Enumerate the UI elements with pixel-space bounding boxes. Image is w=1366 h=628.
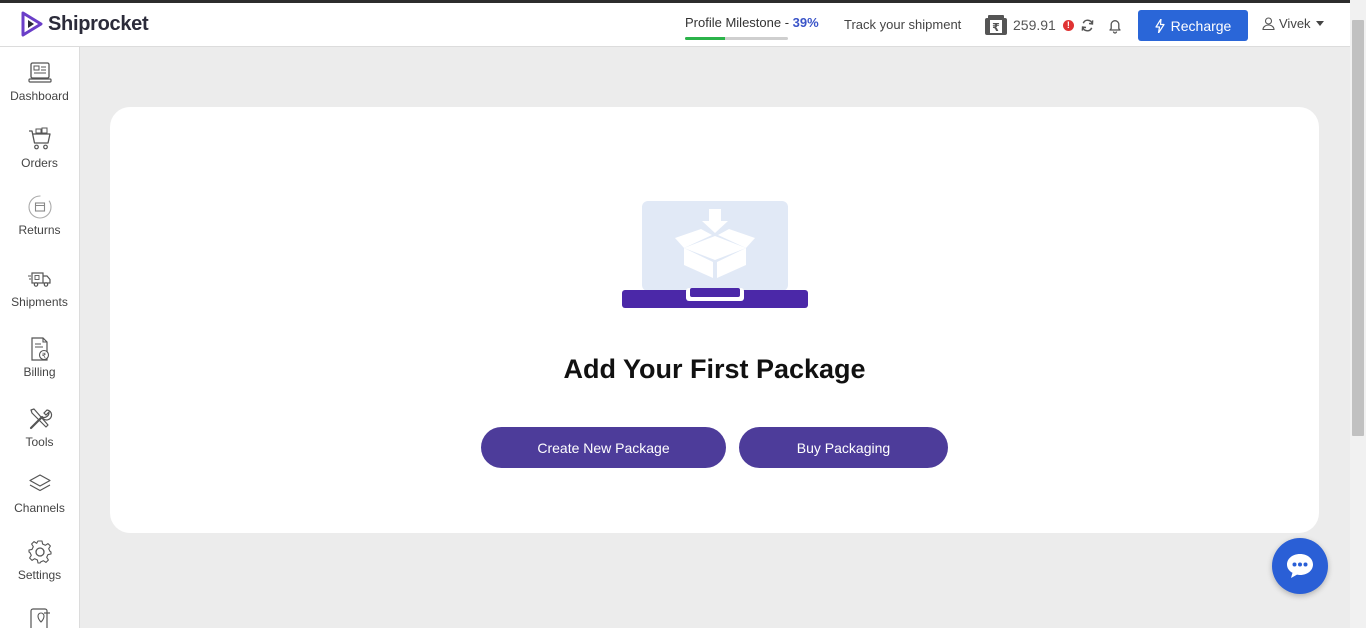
- svg-text:₹: ₹: [41, 352, 46, 360]
- sidebar-item-label: Billing: [23, 365, 56, 379]
- cart-icon: [28, 127, 51, 150]
- bell-icon[interactable]: [1107, 18, 1123, 34]
- refresh-icon[interactable]: [1081, 19, 1094, 32]
- tools-icon: [29, 408, 52, 430]
- scrollbar-thumb[interactable]: [1352, 20, 1364, 436]
- top-header: Shiprocket Profile Milestone - 39% Track…: [0, 3, 1350, 47]
- track-shipment-link[interactable]: Track your shipment: [844, 17, 961, 32]
- profile-milestone[interactable]: Profile Milestone - 39%: [685, 15, 819, 30]
- sidebar-item-orders[interactable]: Orders: [0, 127, 79, 170]
- create-new-package-button[interactable]: Create New Package: [481, 427, 726, 468]
- sidebar-item-settings[interactable]: Settings: [0, 539, 79, 582]
- sidebar-item-billing[interactable]: ₹ Billing: [0, 336, 79, 379]
- milestone-percent: 39%: [792, 15, 819, 30]
- milestone-label: Profile Milestone -: [685, 15, 793, 30]
- sidebar-item-tools[interactable]: Tools: [0, 406, 79, 449]
- laptop-package-illustration: [622, 201, 808, 308]
- user-name: Vivek: [1279, 16, 1311, 31]
- sidebar: Dashboard Orders Returns Shipments ₹ Bil…: [0, 47, 80, 628]
- recharge-label: Recharge: [1170, 17, 1232, 34]
- wallet-icon: ₹: [985, 15, 1007, 35]
- svg-text:₹: ₹: [992, 21, 1000, 34]
- sidebar-item-label: Settings: [17, 568, 62, 582]
- location-device-icon: [29, 608, 50, 628]
- logo-text: Shiprocket: [48, 12, 149, 35]
- billing-icon: ₹: [30, 337, 49, 361]
- chevron-down-icon: [1315, 21, 1324, 26]
- sidebar-item-dashboard[interactable]: Dashboard: [0, 60, 79, 103]
- sidebar-item-channels[interactable]: Channels: [0, 472, 79, 515]
- sidebar-item-more[interactable]: [0, 607, 79, 628]
- sidebar-item-returns[interactable]: Returns: [0, 194, 79, 237]
- lightning-icon: [1155, 18, 1165, 33]
- sidebar-item-label: Returns: [18, 223, 61, 237]
- sidebar-item-label: Orders: [21, 156, 58, 170]
- page-title: Add Your First Package: [563, 354, 866, 384]
- alert-icon[interactable]: !: [1062, 19, 1074, 31]
- chat-button[interactable]: [1272, 538, 1328, 594]
- user-menu[interactable]: Vivek: [1262, 16, 1324, 31]
- layers-icon: [28, 474, 51, 492]
- sidebar-item-shipments[interactable]: Shipments: [0, 266, 79, 309]
- gear-icon: [27, 540, 52, 564]
- sidebar-item-label: Shipments: [11, 295, 68, 309]
- chat-bubble-icon: [1287, 554, 1313, 578]
- wallet-amount: 259.91: [1013, 17, 1056, 33]
- buy-packaging-button[interactable]: Buy Packaging: [739, 427, 948, 468]
- wallet-balance[interactable]: ₹ 259.91 !: [984, 14, 1074, 36]
- user-icon: [1262, 17, 1275, 30]
- returns-icon: [27, 195, 52, 219]
- truck-icon: [27, 272, 51, 287]
- sidebar-item-label: Tools: [25, 435, 54, 449]
- dashboard-icon: [27, 62, 52, 83]
- recharge-button[interactable]: Recharge: [1138, 10, 1248, 41]
- sidebar-item-label: Channels: [14, 501, 65, 515]
- milestone-progress-bar: [685, 37, 788, 40]
- empty-state-card: [110, 107, 1319, 533]
- shiprocket-logo[interactable]: Shiprocket: [20, 11, 149, 37]
- sidebar-item-label: Dashboard: [10, 89, 69, 103]
- milestone-progress-fill: [685, 37, 726, 40]
- shiprocket-logo-icon: [21, 11, 43, 37]
